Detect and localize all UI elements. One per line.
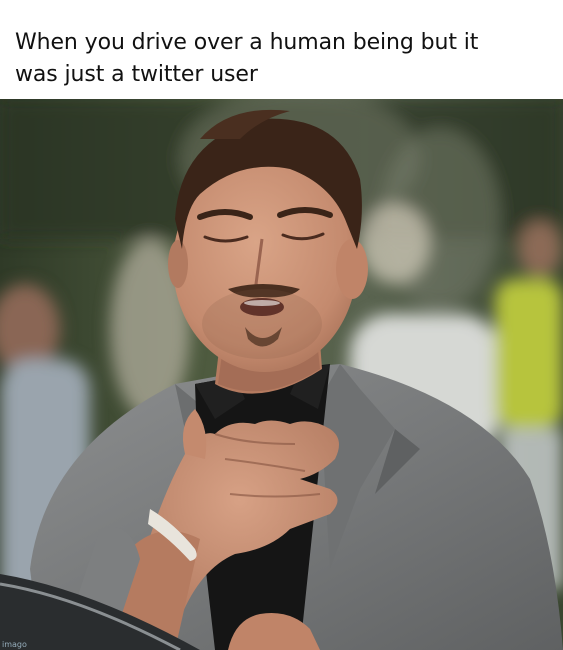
watermark-logo: imago [2, 640, 27, 649]
meme-photo: imago [0, 99, 563, 650]
meme-caption: When you drive over a human being but it… [0, 0, 563, 99]
caption-line-2: was just a twitter user [15, 62, 258, 87]
relieved-man-illustration [0, 99, 563, 650]
caption-line-1: When you drive over a human being but it [15, 30, 479, 55]
